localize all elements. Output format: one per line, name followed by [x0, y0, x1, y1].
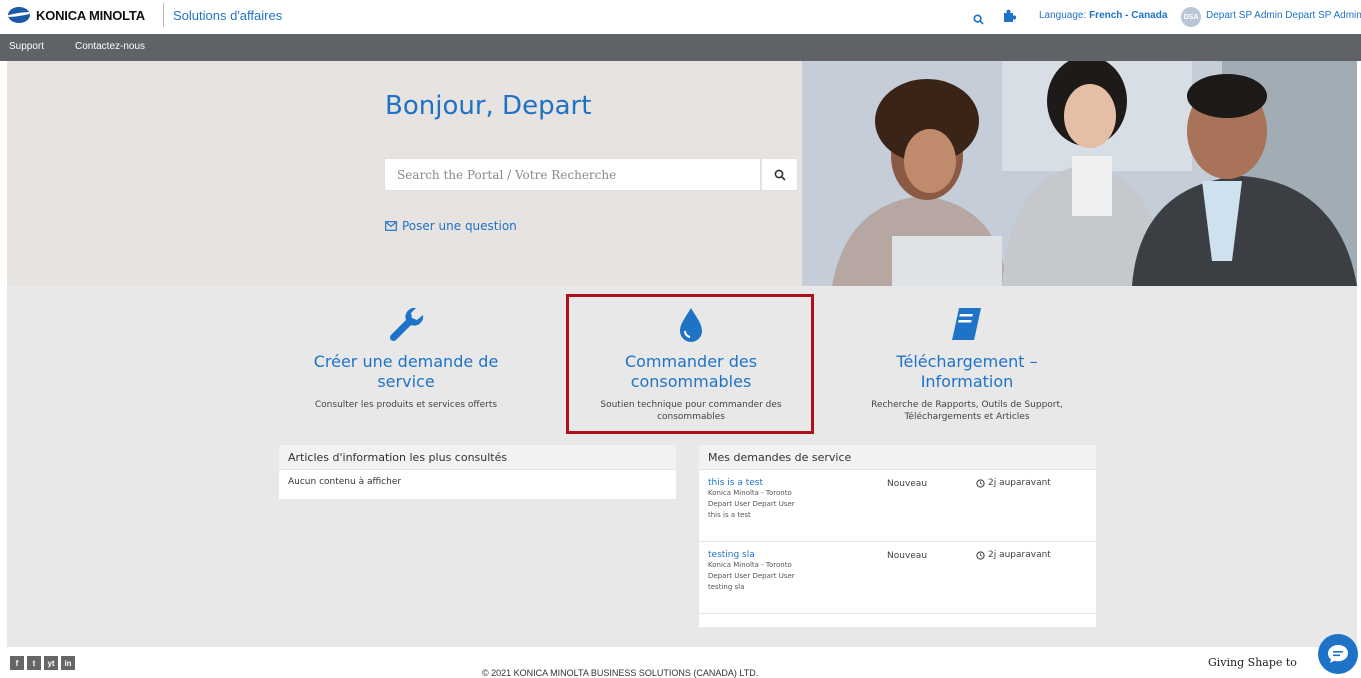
list-item[interactable]: this is a test Konica Minolta - Toronto … [699, 470, 1096, 542]
logo-text: KONICA MINOLTA [36, 7, 145, 23]
hero-photo [802, 61, 1357, 286]
page-title: Bonjour, Depart [385, 91, 592, 121]
facebook-icon[interactable]: f [10, 656, 24, 670]
site-subtitle[interactable]: Solutions d'affaires [173, 8, 282, 23]
language-value: French - Canada [1089, 10, 1168, 21]
clock-icon [976, 478, 985, 488]
tile-desc: Consulter les produits et services offer… [314, 400, 498, 410]
request-location: Konica Minolta - Toronto [708, 561, 792, 569]
highlight-box [566, 294, 814, 434]
clock-icon [976, 550, 985, 560]
tile-create-service[interactable]: Créer une demande de service Consulter l… [290, 304, 522, 411]
tagline: Giving Shape to [1208, 656, 1297, 669]
list-item[interactable]: testing sla Konica Minolta - Toronto Dep… [699, 542, 1096, 614]
nav-item-contact[interactable]: Contactez-nous [75, 41, 145, 52]
language-selector[interactable]: Language: French - Canada [1039, 10, 1167, 21]
puzzle-icon[interactable] [1002, 8, 1017, 27]
request-time: 2j auparavant [976, 478, 1051, 488]
logo-divider [163, 3, 164, 27]
footer: f t yt in © 2021 KONICA MINOLTA BUSINESS… [0, 647, 1361, 678]
nav-item-support[interactable]: Support [9, 41, 44, 52]
articles-empty: Aucun contenu à afficher [288, 477, 402, 487]
request-time: 2j auparavant [976, 550, 1051, 560]
top-header: KONICA MINOLTA Solutions d'affaires Lang… [0, 0, 1361, 34]
tile-title: Créer une demande de service [313, 352, 499, 391]
search-icon[interactable] [973, 10, 984, 29]
requests-panel: Mes demandes de service this is a test K… [699, 445, 1096, 627]
articles-heading: Articles d'information les plus consulté… [279, 445, 676, 470]
requests-heading: Mes demandes de service [699, 445, 1096, 470]
language-label: Language: [1039, 10, 1087, 21]
status-badge: Nouveau [887, 551, 928, 561]
request-summary: testing sla [708, 583, 745, 591]
avatar[interactable]: DSA [1181, 7, 1201, 27]
request-time-label: 2j auparavant [988, 550, 1051, 560]
articles-panel: Articles d'information les plus consulté… [279, 445, 676, 499]
book-icon [952, 308, 981, 340]
ask-question-link[interactable]: Poser une question [385, 219, 517, 233]
main-nav: Support Contactez-nous [0, 34, 1361, 61]
hero-banner: Bonjour, Depart Poser une question [7, 61, 1357, 286]
tile-downloads[interactable]: Téléchargement – Information Recherche d… [852, 304, 1082, 423]
tile-desc: Recherche de Rapports, Outils de Support… [871, 400, 1063, 422]
wrench-icon [389, 307, 424, 342]
linkedin-icon[interactable]: in [61, 656, 75, 670]
envelope-icon [385, 221, 397, 231]
chat-bubble-icon [1328, 645, 1348, 663]
youtube-icon[interactable]: yt [44, 656, 58, 670]
request-summary: this is a test [708, 511, 751, 519]
search-input[interactable] [385, 159, 762, 190]
chat-button[interactable] [1318, 634, 1358, 674]
services-section: Créer une demande de service Consulter l… [7, 286, 1357, 647]
search-button[interactable] [761, 158, 798, 191]
search-icon [774, 169, 786, 181]
search-field [384, 158, 762, 191]
user-menu[interactable]: Depart SP Admin Depart SP Admin [1206, 10, 1361, 21]
logo-globe-icon [8, 7, 30, 23]
request-location: Konica Minolta - Toronto [708, 489, 792, 497]
request-user: Depart User Depart User [708, 500, 795, 508]
request-user: Depart User Depart User [708, 572, 795, 580]
copyright: © 2021 KONICA MINOLTA BUSINESS SOLUTIONS… [482, 668, 759, 678]
twitter-icon[interactable]: t [27, 656, 41, 670]
tile-title: Téléchargement – Information [896, 352, 1038, 391]
konica-minolta-logo[interactable]: KONICA MINOLTA [8, 7, 145, 23]
request-time-label: 2j auparavant [988, 478, 1051, 488]
status-badge: Nouveau [887, 479, 928, 489]
ask-question-label: Poser une question [402, 219, 517, 233]
